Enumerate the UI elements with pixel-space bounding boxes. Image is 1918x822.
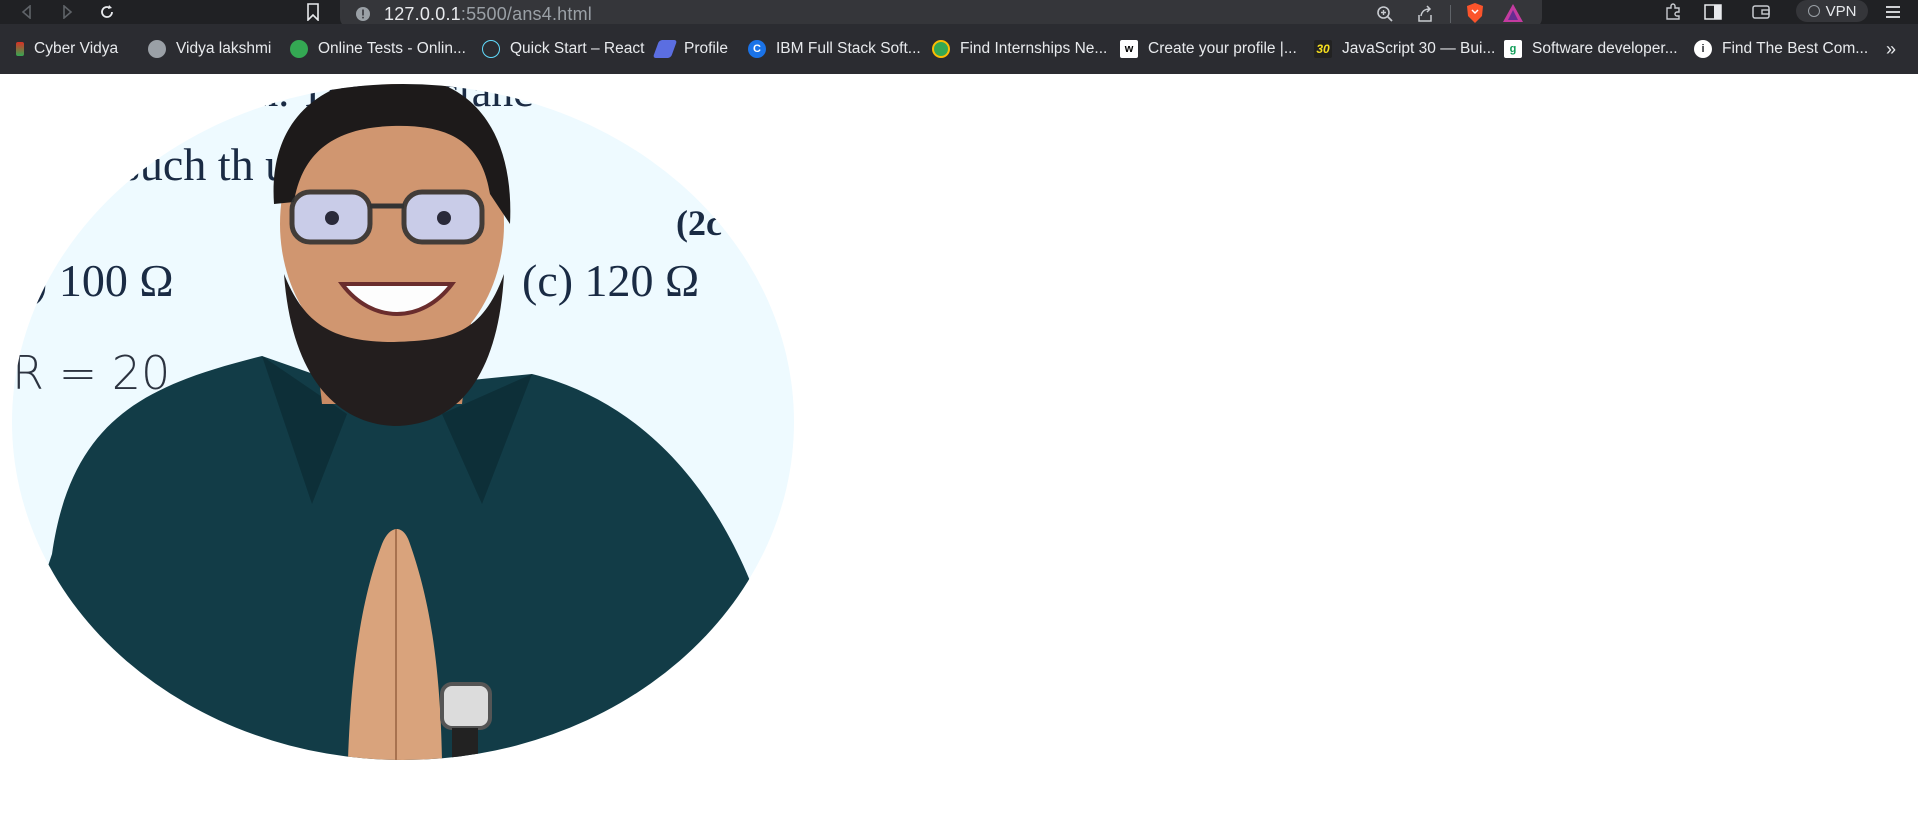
bookmark-label: Create your profile |... <box>1148 40 1297 57</box>
url-host: 127.0.0.1 <box>384 3 461 24</box>
bookmark-item[interactable]: i Find The Best Com... <box>1694 24 1868 74</box>
bookmark-item[interactable]: C IBM Full Stack Soft... <box>748 24 921 74</box>
bookmark-item[interactable]: Vidya lakshmi <box>148 24 271 74</box>
internshala-icon <box>932 40 950 58</box>
bookmark-label: IBM Full Stack Soft... <box>776 40 921 57</box>
info-favicon: i <box>1694 40 1712 58</box>
bookmark-label: Find The Best Com... <box>1722 40 1869 57</box>
bookmark-label: JavaScript 30 — Bui... <box>1342 40 1496 57</box>
brave-rewards-icon[interactable] <box>1502 3 1524 23</box>
person-illustration <box>12 84 792 760</box>
bookmark-label: Online Tests - Onlin... <box>318 40 466 57</box>
menu-icon[interactable] <box>1882 2 1904 22</box>
react-icon <box>482 40 500 58</box>
reload-icon[interactable] <box>94 0 120 24</box>
bookmark-label: Find Internships Ne... <box>960 40 1108 57</box>
bookmark-item[interactable]: 30 JavaScript 30 — Bui... <box>1314 24 1495 74</box>
share-icon[interactable] <box>1414 4 1436 24</box>
wallet-icon[interactable] <box>1750 2 1772 22</box>
bookmark-icon[interactable] <box>302 2 324 22</box>
bookmarks-bar: Cyber Vidya Vidya lakshmi Online Tests -… <box>0 24 1918 74</box>
profile-favicon <box>652 40 678 58</box>
cyber-vidya-favicon <box>16 42 24 56</box>
brave-shield-icon[interactable] <box>1464 3 1486 23</box>
vpn-status-icon <box>1807 5 1820 17</box>
bookmark-item[interactable]: Cyber Vidya <box>16 24 118 74</box>
back-icon[interactable] <box>14 0 40 24</box>
vpn-label: VPN <box>1825 2 1857 20</box>
browser-toolbar: 127.0.0.1:5500/ans4.html VPN <box>0 0 1918 28</box>
bookmark-item[interactable]: Find Internships Ne... <box>932 24 1107 74</box>
profile-photo: ion. The resistanc such th used as a (2c… <box>12 84 794 760</box>
bookmark-label: Cyber Vidya <box>34 40 119 57</box>
sidebar-icon[interactable] <box>1702 2 1724 22</box>
bookmarks-overflow-button[interactable]: » <box>1886 24 1896 74</box>
bookmark-label: Quick Start – React <box>510 40 645 57</box>
javascript30-icon: 30 <box>1314 40 1332 58</box>
bookmark-label: Software developer... <box>1532 40 1678 57</box>
extensions-icon[interactable] <box>1662 2 1684 22</box>
forward-icon[interactable] <box>54 0 80 24</box>
divider <box>1450 5 1451 23</box>
vpn-button[interactable]: VPN <box>1796 0 1868 22</box>
url-text[interactable]: 127.0.0.1:5500/ans4.html <box>384 4 592 25</box>
bookmark-item[interactable]: Profile <box>652 24 728 74</box>
coursera-icon: C <box>748 40 766 58</box>
info-icon[interactable] <box>352 4 374 24</box>
job-board-icon: g <box>1504 40 1522 58</box>
bookmark-item[interactable]: Quick Start – React <box>482 24 644 74</box>
bookmark-label: Profile <box>684 40 728 57</box>
bookmark-item[interactable]: w Create your profile |... <box>1120 24 1297 74</box>
url-path: :5500/ans4.html <box>460 3 592 24</box>
bookmark-item[interactable]: g Software developer... <box>1504 24 1678 74</box>
bookmark-label: Vidya lakshmi <box>176 40 272 57</box>
bookmark-item[interactable]: Online Tests - Onlin... <box>290 24 466 74</box>
online-tests-favicon <box>290 40 308 58</box>
zoom-icon[interactable] <box>1374 4 1396 24</box>
wellfound-icon: w <box>1120 40 1138 58</box>
globe-icon <box>148 40 166 58</box>
